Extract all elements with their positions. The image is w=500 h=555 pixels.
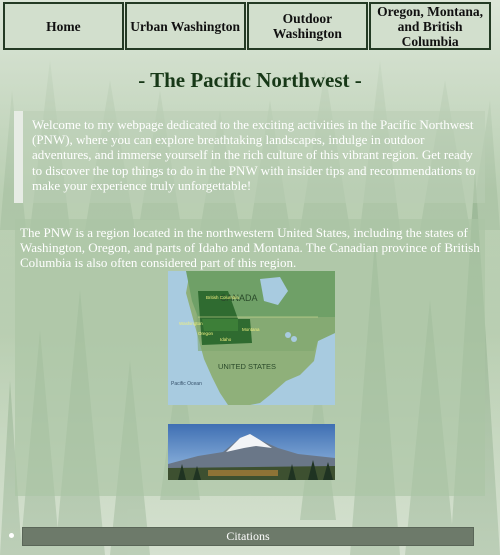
nav-oregon-montana-bc[interactable]: Oregon, Montana, and British Columbia <box>369 2 491 50</box>
main-paragraph: The PNW is a region located in the north… <box>20 225 480 271</box>
nav-outdoor-washington-label: Outdoor Washington <box>272 11 342 41</box>
map-label-pacific-ocean: Pacific Ocean <box>171 381 202 387</box>
nav-home-label: Home <box>46 18 81 34</box>
map-label-idaho: Idaho <box>220 337 232 342</box>
nav-urban-washington-label: Urban Washington <box>130 18 240 34</box>
intro-text: Welcome to my webpage dedicated to the e… <box>32 117 476 193</box>
map-label-montana: Montana <box>242 327 260 332</box>
intro-blockquote: Welcome to my webpage dedicated to the e… <box>14 111 485 203</box>
nav-home[interactable]: Home <box>3 2 124 50</box>
main-panel: The PNW is a region located in the north… <box>15 219 485 496</box>
nav-outdoor-washington[interactable]: Outdoor Washington <box>246 2 369 50</box>
nav-oregon-montana-bc-label: Oregon, Montana, and British Columbia <box>377 3 484 49</box>
blockquote-bar <box>14 111 23 203</box>
map-label-british-columbia: British Columbia <box>206 295 239 300</box>
map-label-oregon: Oregon <box>198 331 214 336</box>
map-label-united-states: UNITED STATES <box>218 362 276 371</box>
pnw-map-image: CANADA UNITED STATES Pacific Ocean Briti… <box>168 271 335 405</box>
nav-urban-washington[interactable]: Urban Washington <box>124 2 246 50</box>
top-nav: Home Urban Washington Outdoor Washington… <box>3 2 491 50</box>
map-label-washington: Washington <box>179 321 203 326</box>
page-title: - The Pacific Northwest - <box>138 68 362 92</box>
list-bullet <box>9 533 14 538</box>
mountain-photo <box>168 424 335 480</box>
citations-button[interactable]: Citations <box>22 527 474 546</box>
